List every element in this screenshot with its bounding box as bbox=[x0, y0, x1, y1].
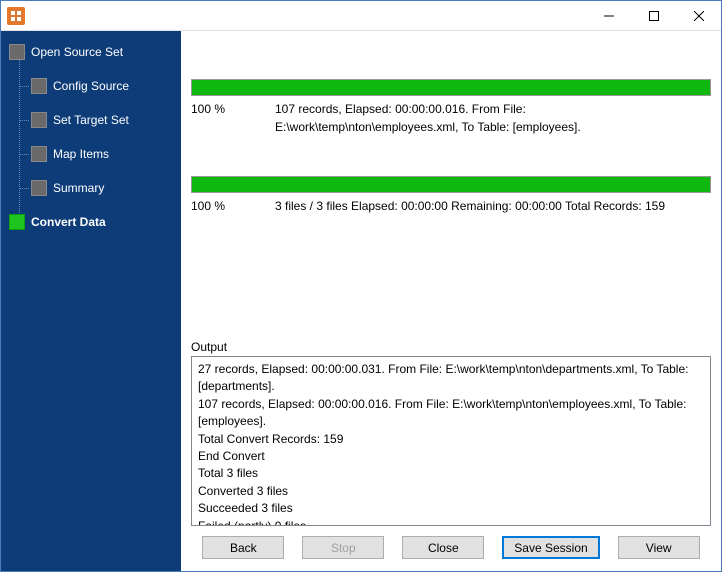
view-button[interactable]: View bbox=[618, 536, 700, 559]
step-node-icon bbox=[31, 112, 47, 128]
titlebar bbox=[1, 1, 721, 31]
output-log[interactable]: 27 records, Elapsed: 00:00:00.031. From … bbox=[191, 356, 711, 526]
total-progress-text: 3 files / 3 files Elapsed: 00:00:00 Rema… bbox=[275, 197, 711, 215]
output-label: Output bbox=[191, 340, 711, 354]
output-line: 107 records, Elapsed: 00:00:00.016. From… bbox=[198, 396, 704, 431]
wizard-step-map-items[interactable]: Map Items bbox=[1, 141, 181, 167]
file-progress-text: 107 records, Elapsed: 00:00:00.016. From… bbox=[275, 100, 711, 136]
step-node-icon bbox=[31, 78, 47, 94]
wizard-step-set-target-set[interactable]: Set Target Set bbox=[1, 107, 181, 133]
app-window: Open Source Set Config Source Set Target S… bbox=[0, 0, 722, 572]
output-line: Failed (partly) 0 files bbox=[198, 518, 704, 526]
maximize-button[interactable] bbox=[631, 1, 676, 31]
wizard-step-config-source[interactable]: Config Source bbox=[1, 73, 181, 99]
file-progress-block: 100 % 107 records, Elapsed: 00:00:00.016… bbox=[191, 79, 711, 136]
total-progress-percent: 100 % bbox=[191, 197, 251, 215]
step-node-icon bbox=[9, 214, 25, 230]
step-label: Open Source Set bbox=[31, 45, 123, 59]
output-line: Converted 3 files bbox=[198, 483, 704, 500]
total-progress-bar bbox=[191, 176, 711, 193]
step-label: Config Source bbox=[53, 79, 129, 93]
wizard-steps: Open Source Set Config Source Set Target S… bbox=[1, 39, 181, 235]
output-line: Total Convert Records: 159 bbox=[198, 431, 704, 448]
sidebar: Open Source Set Config Source Set Target S… bbox=[1, 31, 181, 571]
button-row: Back Stop Close Save Session View bbox=[191, 526, 711, 563]
close-button[interactable]: Close bbox=[402, 536, 484, 559]
step-label: Summary bbox=[53, 181, 104, 195]
stop-button: Stop bbox=[302, 536, 384, 559]
output-line: Total 3 files bbox=[198, 465, 704, 482]
step-node-icon bbox=[31, 146, 47, 162]
step-label: Convert Data bbox=[31, 215, 106, 229]
file-progress-bar bbox=[191, 79, 711, 96]
close-window-button[interactable] bbox=[676, 1, 721, 31]
step-node-icon bbox=[9, 44, 25, 60]
wizard-step-summary[interactable]: Summary bbox=[1, 175, 181, 201]
back-button[interactable]: Back bbox=[202, 536, 284, 559]
output-line: End Convert bbox=[198, 448, 704, 465]
total-progress-block: 100 % 3 files / 3 files Elapsed: 00:00:0… bbox=[191, 176, 711, 215]
wizard-step-open-source-set[interactable]: Open Source Set bbox=[1, 39, 181, 65]
step-node-icon bbox=[31, 180, 47, 196]
wizard-step-convert-data[interactable]: Convert Data bbox=[1, 209, 181, 235]
step-label: Set Target Set bbox=[53, 113, 129, 127]
output-line: 27 records, Elapsed: 00:00:00.031. From … bbox=[198, 361, 704, 396]
save-session-button[interactable]: Save Session bbox=[502, 536, 599, 559]
output-line: Succeeded 3 files bbox=[198, 500, 704, 517]
app-icon bbox=[7, 7, 25, 25]
file-progress-percent: 100 % bbox=[191, 100, 251, 136]
main-panel: 100 % 107 records, Elapsed: 00:00:00.016… bbox=[181, 31, 721, 571]
output-section: Output 27 records, Elapsed: 00:00:00.031… bbox=[191, 330, 711, 526]
step-label: Map Items bbox=[53, 147, 109, 161]
minimize-button[interactable] bbox=[586, 1, 631, 31]
